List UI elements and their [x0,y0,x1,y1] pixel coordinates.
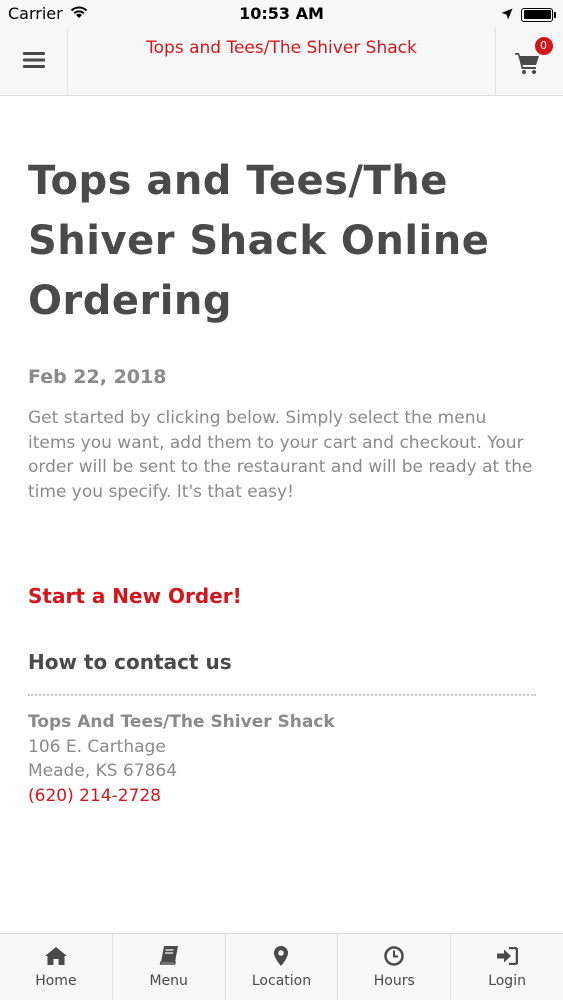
clock-icon [384,945,405,967]
dotted-divider [28,694,536,696]
tab-menu[interactable]: Menu [113,934,226,1000]
contact-heading: How to contact us [28,650,232,674]
hamburger-icon [22,51,45,73]
tab-login-label: Login [488,973,526,989]
home-icon [44,945,67,967]
contact-address-line1: 106 E. Carthage [28,736,166,757]
tab-location[interactable]: Location [226,934,339,1000]
contact-phone-link[interactable]: (620) 214-2728 [28,786,161,806]
status-time: 10:53 AM [239,4,324,23]
shopping-cart-icon [514,53,541,79]
cart-count-badge: 0 [534,37,553,55]
nav-title: Tops and Tees/The Shiver Shack [146,38,417,58]
tab-login[interactable]: Login [451,934,563,1000]
post-date: Feb 22, 2018 [28,366,167,388]
main-content: Tops and Tees/The Shiver Shack Online Or… [28,96,538,808]
tab-menu-label: Menu [149,973,188,989]
battery-icon [521,7,556,22]
tab-hours[interactable]: Hours [338,934,452,1000]
nav-bar: Tops and Tees/The Shiver Shack 0 [0,28,563,96]
contact-name: Tops And Tees/The Shiver Shack [28,712,335,732]
book-icon [159,945,179,967]
location-arrow-icon [501,5,513,24]
cart-button[interactable]: 0 [495,28,563,96]
contact-block: Tops And Tees/The Shiver Shack 106 E. Ca… [28,710,538,808]
intro-text: Get started by clicking below. Simply se… [28,408,533,502]
map-marker-icon [274,945,289,967]
tab-location-label: Location [251,973,312,989]
contact-address-line2: Meade, KS 67864 [28,761,178,781]
status-bar: Carrier 10:53 AM [0,0,563,28]
bottom-tab-bar: Home Menu Location Hours Login [0,933,563,1000]
status-right [501,5,556,24]
page-title: Tops and Tees/The Shiver Shack Online Or… [28,158,490,324]
tab-home-label: Home [35,973,77,989]
cart-wrap: 0 [514,37,553,79]
sign-in-icon [496,945,519,967]
start-new-order-link[interactable]: Start a New Order! [28,584,538,608]
hamburger-menu-button[interactable] [0,28,68,96]
tab-home[interactable]: Home [0,934,113,1000]
tab-hours-label: Hours [373,973,415,989]
